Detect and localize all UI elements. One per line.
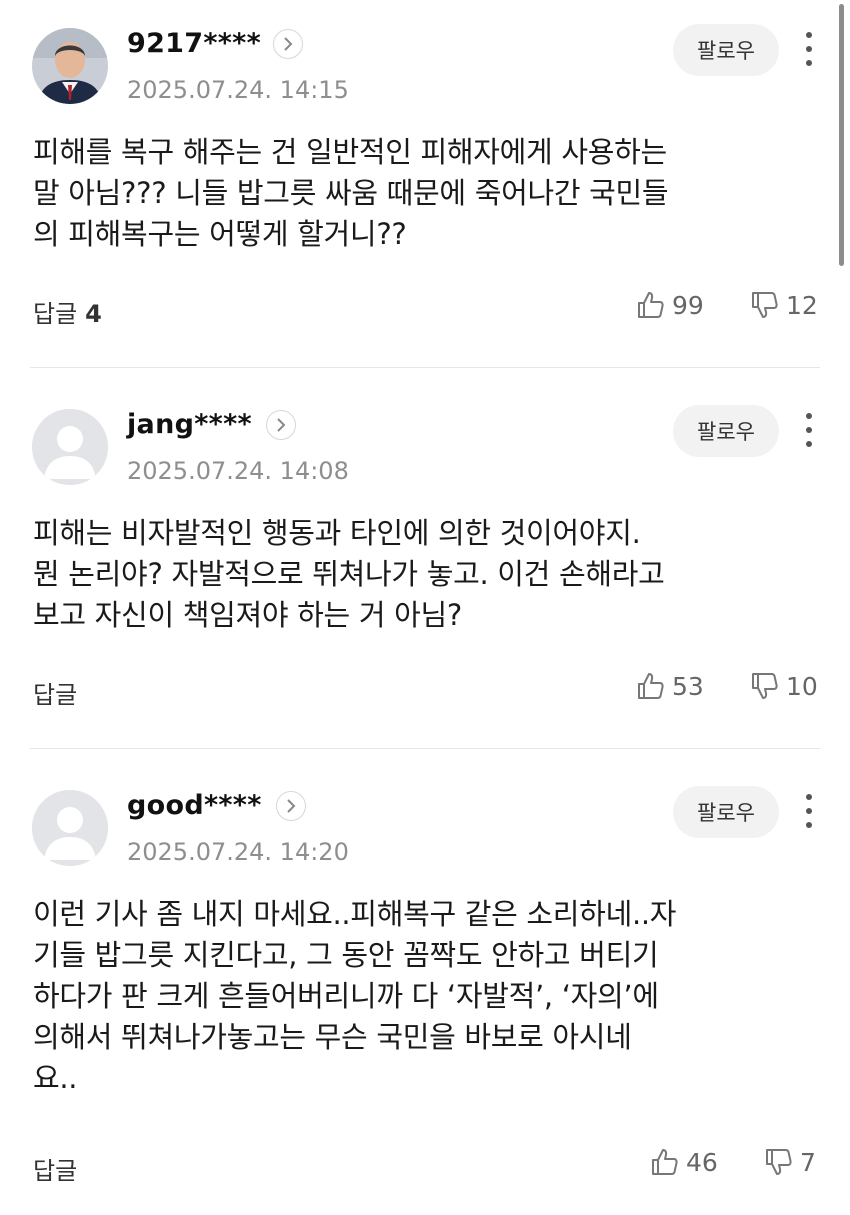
follow-button[interactable]: 팔로우 — [673, 24, 779, 76]
dislike-button[interactable]: 7 — [764, 1147, 816, 1177]
comment-date: 2025.07.24. 14:08 — [127, 457, 349, 485]
reply-button[interactable]: 답글 — [33, 1151, 77, 1186]
chevron-right-icon[interactable] — [266, 410, 296, 440]
divider — [30, 367, 820, 368]
reply-label: 답글 — [33, 300, 78, 328]
reply-button[interactable]: 답글 4 — [33, 294, 102, 329]
like-button[interactable]: 46 — [650, 1147, 718, 1177]
thumbs-down-icon — [766, 1149, 792, 1175]
like-count: 53 — [672, 671, 704, 701]
comment-text: 피해를 복구 해주는 건 일반적인 피해자에게 사용하는 말 아님??? 니들 … — [33, 135, 669, 251]
chevron-right-icon[interactable] — [273, 29, 303, 59]
like-count: 46 — [686, 1147, 718, 1177]
like-count: 99 — [672, 290, 704, 320]
comment-item: 9217**** 2025.07.24. 14:15 팔로우 피해를 복구 해주… — [0, 24, 850, 368]
reply-button[interactable]: 답글 — [33, 675, 77, 710]
comment-item: good**** 2025.07.24. 14:20 팔로우 이런 기사 좀 내… — [0, 786, 850, 1210]
comment-text: 이런 기사 좀 내지 마세요..피해복구 같은 소리하네..자 기들 밥그릇 지… — [33, 897, 677, 1095]
comment-date: 2025.07.24. 14:15 — [127, 76, 349, 104]
dislike-button[interactable]: 12 — [750, 290, 818, 320]
comment-text: 피해는 비자발적인 행동과 타인에 의한 것이어야지. 뭔 논리야? 자발적으로… — [33, 516, 665, 632]
comment-item: jang**** 2025.07.24. 14:08 팔로우 피해는 비자발적인… — [0, 405, 850, 749]
dislike-count: 10 — [786, 671, 818, 701]
avatar[interactable] — [32, 28, 108, 104]
like-button[interactable]: 53 — [636, 671, 704, 701]
default-avatar-icon[interactable] — [32, 790, 108, 866]
divider — [30, 748, 820, 749]
follow-button[interactable]: 팔로우 — [673, 405, 779, 457]
default-avatar-icon[interactable] — [32, 409, 108, 485]
thumbs-down-icon — [752, 292, 778, 318]
dislike-count: 12 — [786, 290, 818, 320]
more-vertical-icon[interactable] — [799, 30, 819, 70]
thumbs-up-icon — [652, 1149, 678, 1175]
like-button[interactable]: 99 — [636, 290, 704, 320]
nickname[interactable]: 9217**** — [127, 28, 261, 59]
comment-date: 2025.07.24. 14:20 — [127, 838, 349, 866]
more-vertical-icon[interactable] — [799, 792, 819, 832]
dislike-button[interactable]: 10 — [750, 671, 818, 701]
reply-label: 답글 — [33, 681, 78, 709]
thumbs-down-icon — [752, 673, 778, 699]
chevron-right-icon[interactable] — [276, 791, 306, 821]
reply-label: 답글 — [33, 1157, 78, 1185]
reply-count: 4 — [85, 300, 102, 328]
thumbs-up-icon — [638, 673, 664, 699]
thumbs-up-icon — [638, 292, 664, 318]
dislike-count: 7 — [800, 1147, 816, 1177]
follow-button[interactable]: 팔로우 — [673, 786, 779, 838]
nickname[interactable]: jang**** — [127, 409, 252, 440]
nickname[interactable]: good**** — [127, 790, 262, 821]
more-vertical-icon[interactable] — [799, 411, 819, 451]
